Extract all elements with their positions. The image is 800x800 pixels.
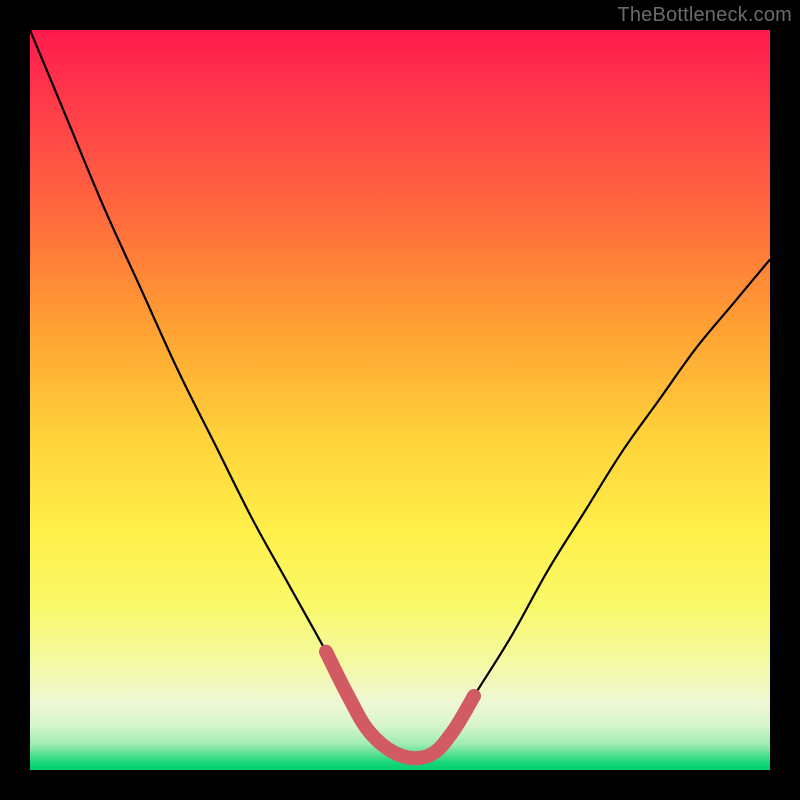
- watermark-text: TheBottleneck.com: [617, 4, 792, 27]
- curve-layer: [30, 30, 770, 770]
- bottleneck-curve: [30, 30, 770, 758]
- optimal-range-highlight: [326, 652, 474, 759]
- plot-area: [30, 30, 770, 770]
- chart-frame: TheBottleneck.com: [0, 0, 800, 800]
